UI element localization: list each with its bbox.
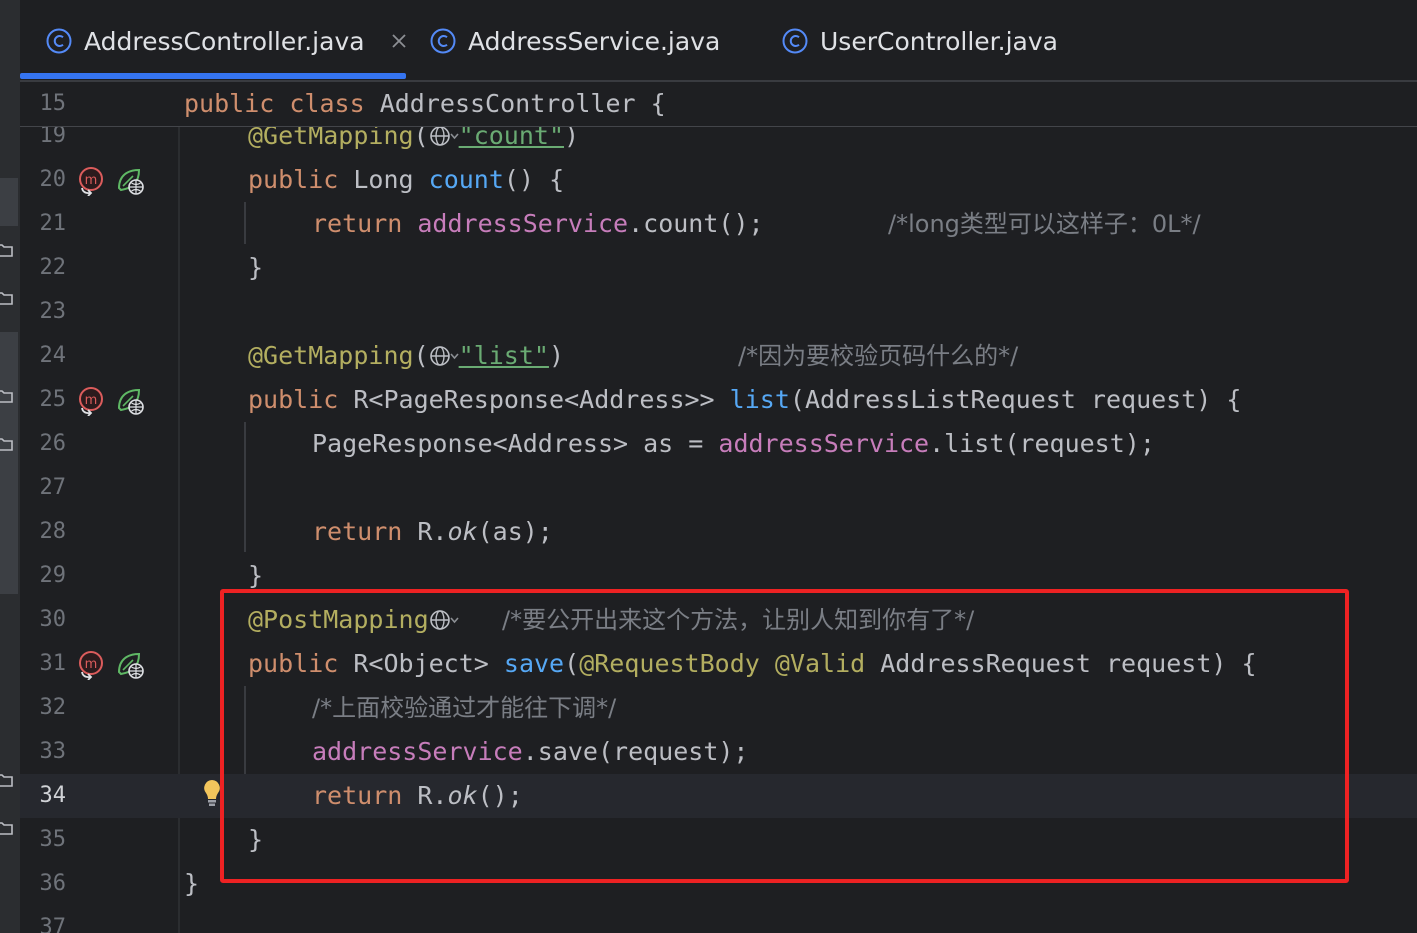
line-number: 22 <box>39 255 67 280</box>
editor-tab-bar: AddressController.java AddressService.ja… <box>20 0 1417 82</box>
code-line-28[interactable]: 28 return R.ok(as); <box>20 510 1417 554</box>
line-number: 37 <box>39 915 67 933</box>
folder-icon[interactable] <box>0 436 14 452</box>
code-text: public R<PageResponse<Address>> list(Add… <box>248 385 1242 414</box>
highlight-box <box>220 589 1349 883</box>
line-number: 35 <box>39 827 67 852</box>
active-tab-indicator <box>20 73 406 79</box>
line-number: 26 <box>39 431 67 456</box>
code-text: } <box>248 253 264 282</box>
line-number: 30 <box>39 607 67 632</box>
class-c-icon <box>430 28 456 54</box>
close-icon[interactable] <box>391 33 407 49</box>
line-number: 15 <box>39 91 67 116</box>
code-text: public Long count() { <box>248 165 565 194</box>
code-text: @GetMapping("list") <box>248 341 565 370</box>
code-line-22[interactable]: 22 } <box>20 246 1417 290</box>
code-line-37[interactable]: 37 <box>20 906 1417 933</box>
strip-marker <box>0 178 18 226</box>
class-c-icon <box>46 28 72 54</box>
folder-icon[interactable] <box>0 388 14 404</box>
line-number: 34 <box>39 783 67 808</box>
class-c-icon <box>782 28 808 54</box>
line-number: 36 <box>39 871 67 896</box>
sticky-scroll-header[interactable]: 15 public class AddressController { <box>20 82 1417 127</box>
override-method-icon[interactable] <box>77 166 107 196</box>
tab-address-controller[interactable]: AddressController.java <box>46 18 407 64</box>
line-number: 29 <box>39 563 67 588</box>
code-comment: /*long类型可以这样子：0L*/ <box>888 210 1201 238</box>
folder-icon[interactable] <box>0 820 14 836</box>
code-text: } <box>184 869 200 898</box>
strip-marker <box>0 332 18 594</box>
code-editor[interactable]: 15 public class AddressController { 19 @… <box>20 82 1417 933</box>
code-text: PageResponse<Address> as = addressServic… <box>312 429 1155 458</box>
web-endpoint-icon[interactable] <box>115 386 145 416</box>
line-number: 33 <box>39 739 67 764</box>
tab-label: AddressController.java <box>84 26 365 56</box>
folder-icon[interactable] <box>0 290 14 306</box>
override-method-icon[interactable] <box>77 650 107 680</box>
web-endpoint-icon[interactable] <box>115 650 145 680</box>
globe-icon[interactable] <box>429 345 459 367</box>
tab-label: AddressService.java <box>468 26 721 56</box>
left-tool-strip <box>0 0 20 933</box>
folder-icon[interactable] <box>0 242 14 258</box>
line-number: 27 <box>39 475 67 500</box>
line-number: 32 <box>39 695 67 720</box>
line-number: 28 <box>39 519 67 544</box>
code-text: return addressService.count(); <box>312 209 764 238</box>
code-line-27[interactable]: 27 <box>20 466 1417 510</box>
line-number: 23 <box>39 299 67 324</box>
line-number: 21 <box>39 211 67 236</box>
override-method-icon[interactable] <box>77 386 107 416</box>
tab-label: UserController.java <box>820 26 1058 56</box>
code-line-24[interactable]: 24 @GetMapping("list") /*因为要校验页码什么的*/ <box>20 334 1417 378</box>
line-number: 25 <box>39 387 67 412</box>
code-comment: /*因为要校验页码什么的*/ <box>738 342 1019 370</box>
folder-icon[interactable] <box>0 772 14 788</box>
code-line-20[interactable]: 20 public Long count() { <box>20 158 1417 202</box>
tab-user-controller[interactable]: UserController.java <box>782 18 1058 64</box>
globe-icon[interactable] <box>429 125 459 147</box>
code-line-21[interactable]: 21 return addressService.count(); /*long… <box>20 202 1417 246</box>
code-line-23[interactable]: 23 <box>20 290 1417 334</box>
line-number: 31 <box>39 651 67 676</box>
tab-address-service[interactable]: AddressService.java <box>430 18 720 64</box>
code-line-25[interactable]: 25 public R<PageResponse<Address>> list(… <box>20 378 1417 422</box>
web-endpoint-icon[interactable] <box>115 166 145 196</box>
code-line-26[interactable]: 26 PageResponse<Address> as = addressSer… <box>20 422 1417 466</box>
code-text: return R.ok(as); <box>312 517 553 546</box>
line-number: 24 <box>39 343 67 368</box>
line-number: 20 <box>39 167 67 192</box>
code-line: public class AddressController { <box>184 89 666 118</box>
